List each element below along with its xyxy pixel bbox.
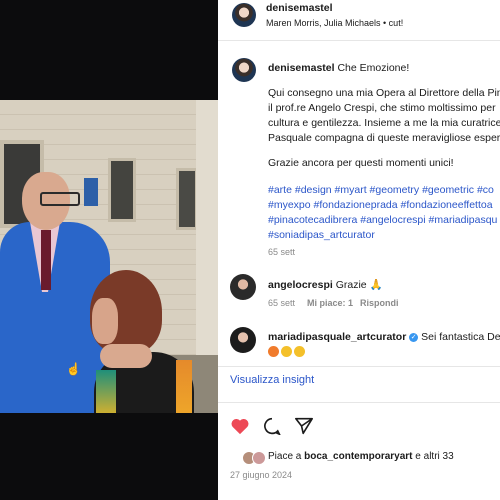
comment-emojis: [268, 346, 307, 359]
comment-likes[interactable]: Mi piace: 1: [307, 298, 353, 308]
likes-prefix: Piace a: [268, 451, 305, 462]
view-insights-link[interactable]: Visualizza insight: [230, 374, 314, 386]
likes-user[interactable]: boca_contemporaryart: [304, 451, 412, 462]
photo-scarf: [96, 370, 116, 413]
caption-line: il prof.re Angelo Crespi, che stimo molt…: [268, 102, 496, 114]
caption-avatar[interactable]: [232, 58, 256, 82]
verified-icon: ✓: [409, 333, 419, 342]
likes-suffix: e altri 33: [412, 451, 454, 462]
clap-emoji-icon: [294, 346, 305, 357]
photo-hand: [100, 344, 152, 368]
mouse-cursor-icon: ☝: [66, 362, 81, 376]
clap-emoji-icon: [281, 346, 292, 357]
send-icon[interactable]: [294, 417, 314, 435]
likes-summary[interactable]: Piace a boca_contemporaryart e altri 33: [268, 451, 454, 462]
caption-line: Pasquale compagna di queste meravigliose…: [268, 132, 500, 144]
desktop-background: ☝: [0, 0, 218, 500]
actions-divider: [218, 402, 500, 403]
hashtag-line[interactable]: #myexpo #fondazioneprada #fondazioneeffe…: [268, 199, 493, 211]
photo-man-tie: [41, 230, 51, 290]
comment-date: 65 sett: [268, 298, 296, 308]
heart-eyes-emoji-icon: [268, 346, 279, 357]
caption-username[interactable]: denisemastel: [268, 62, 335, 74]
comment-text: Grazie 🙏: [335, 279, 383, 291]
heart-icon[interactable]: [230, 417, 250, 435]
post-date: 27 giugno 2024: [230, 470, 293, 480]
caption-thanks: Grazie ancora per questi momenti unici!: [268, 157, 454, 169]
photo-window: [176, 168, 198, 230]
insights-divider: [218, 366, 500, 367]
liker-avatar[interactable]: [252, 451, 266, 465]
caption-line: Qui consegno una mia Opera al Direttore …: [268, 87, 500, 99]
comment: mariadipasquale_artcurator ✓ Sei fantast…: [268, 331, 500, 343]
post-photo[interactable]: ☝: [0, 100, 218, 413]
comment-username[interactable]: angelocrespi: [268, 279, 333, 291]
header-divider: [218, 40, 500, 41]
photo-pillar: [196, 100, 218, 370]
audio-label[interactable]: Maren Morris, Julia Michaels • cut!: [266, 18, 403, 28]
caption-title: Che Emozione!: [337, 62, 410, 74]
commenter-avatar[interactable]: [230, 327, 256, 353]
post-side-panel: denisemastel Maren Morris, Julia Michael…: [218, 0, 500, 500]
photo-sign: [84, 178, 98, 206]
header-username[interactable]: denisemastel: [266, 2, 333, 14]
photo-scarf: [176, 360, 192, 413]
photo-woman-face: [92, 298, 118, 344]
reply-button[interactable]: Rispondi: [360, 298, 399, 308]
hashtag-line[interactable]: #soniadipas_artcurator: [268, 229, 375, 241]
comment: angelocrespi Grazie 🙏: [268, 278, 383, 291]
hashtag-line[interactable]: #arte #design #myart #geometry #geometri…: [268, 184, 494, 196]
caption-date: 65 sett: [268, 247, 296, 257]
comment-username[interactable]: mariadipasquale_artcurator: [268, 331, 406, 343]
comment-icon[interactable]: [262, 417, 282, 435]
hashtag-line[interactable]: #pinacotecadibrera #angelocrespi #mariad…: [268, 214, 497, 226]
caption-line: cultura e gentilezza. Insieme a me la mi…: [268, 117, 500, 129]
author-avatar[interactable]: [232, 3, 256, 27]
photo-window: [108, 158, 136, 222]
comment-text: Sei fantastica De: [421, 331, 500, 343]
commenter-avatar[interactable]: [230, 274, 256, 300]
photo-glasses: [40, 192, 80, 206]
caption-heading: denisemastel Che Emozione!: [268, 62, 409, 74]
